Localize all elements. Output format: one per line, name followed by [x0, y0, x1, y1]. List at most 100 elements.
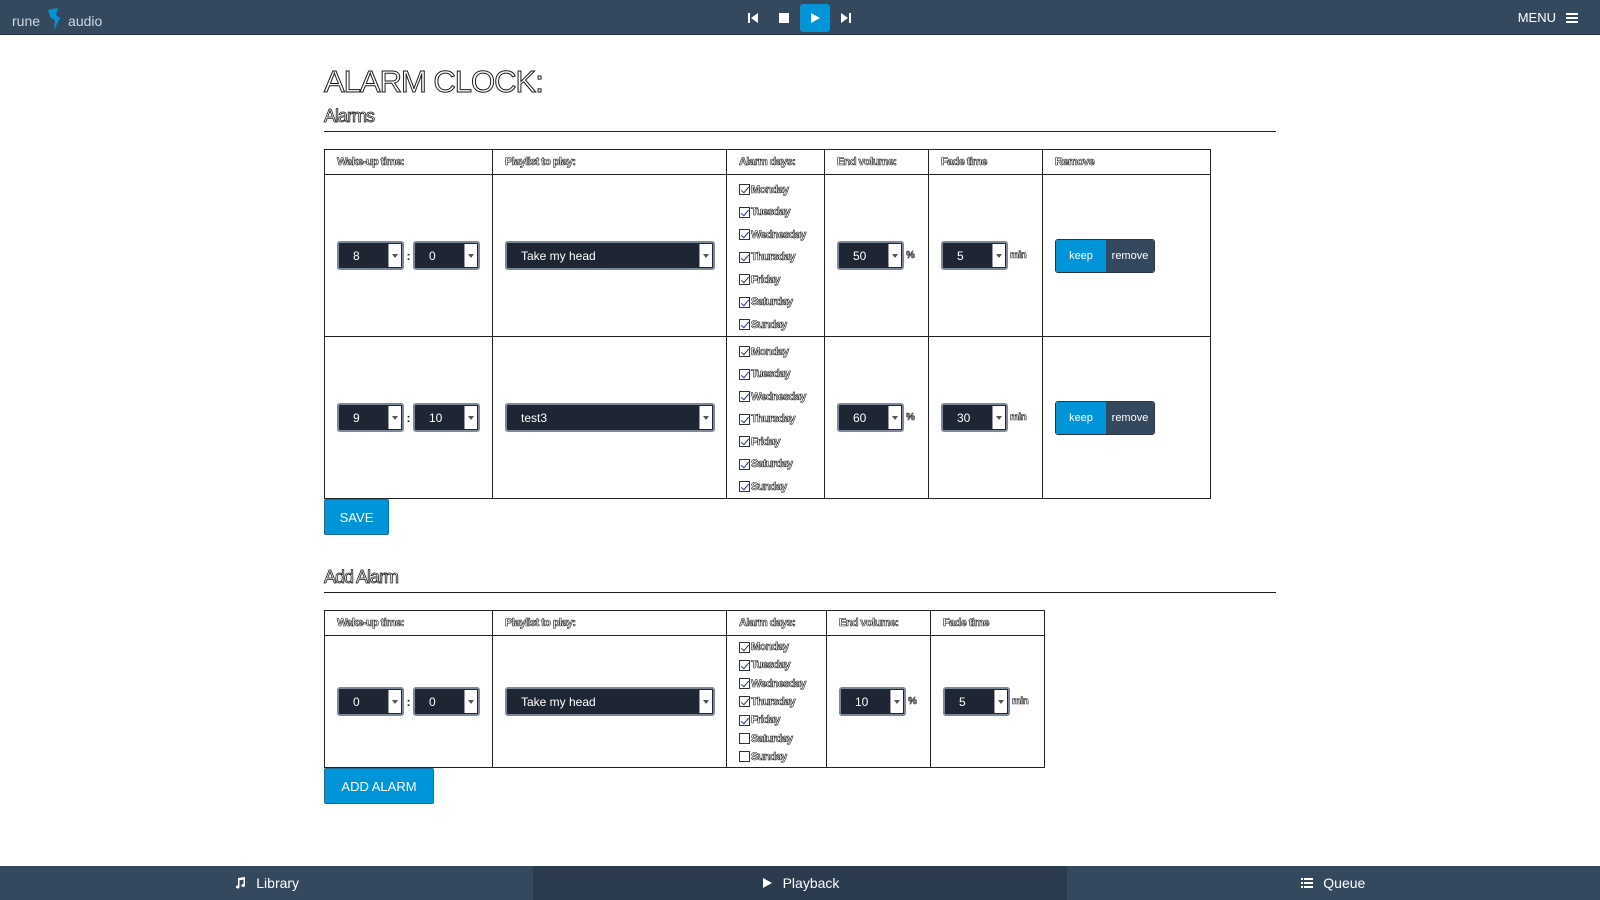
volume-cell: 50%: [824, 174, 929, 337]
day-sunday-checkbox[interactable]: Sunday: [739, 313, 824, 336]
keep-remove-toggle[interactable]: keep remove: [1055, 400, 1155, 435]
chevron-down-icon: [699, 406, 712, 429]
chevron-down-icon: [699, 244, 712, 267]
header-fade: Fade time: [930, 610, 1045, 636]
bottom-nav: Library Playback Queue: [0, 866, 1600, 900]
chevron-down-icon: [888, 406, 901, 429]
list-icon: [1301, 877, 1314, 889]
top-bar: rune audio MENU: [0, 0, 1600, 35]
day-tuesday-checkbox[interactable]: Tuesday: [739, 201, 824, 224]
wakeup-cell: 0:0: [324, 635, 493, 768]
new-volume-select[interactable]: 10: [839, 687, 906, 716]
wakeup-cell: 8:0: [324, 174, 493, 337]
previous-button[interactable]: [738, 4, 768, 32]
tab-playback[interactable]: Playback: [533, 866, 1067, 900]
page-title: ALARM CLOCK:: [324, 64, 545, 100]
day-thursday-checkbox[interactable]: Thursday: [739, 408, 824, 431]
alarms-table: Wake-up time: Playlist to play: Alarm da…: [324, 149, 1211, 499]
header-playlist: Playlist to play:: [492, 149, 727, 175]
day-wednesday-checkbox[interactable]: Wednesday: [739, 223, 824, 246]
keep-option[interactable]: keep: [1056, 239, 1106, 272]
rune-logo-icon: [46, 7, 62, 31]
tab-library[interactable]: Library: [0, 866, 533, 900]
volume-select[interactable]: 60: [837, 403, 904, 432]
new-day-saturday-checkbox[interactable]: Saturday: [739, 729, 826, 747]
chevron-down-icon: [888, 244, 901, 267]
play-icon: [811, 13, 820, 23]
keep-option[interactable]: keep: [1056, 401, 1106, 434]
header-days: Alarm days:: [726, 610, 827, 636]
day-wednesday-checkbox[interactable]: Wednesday: [739, 385, 824, 408]
logo-text-right: audio: [68, 13, 103, 29]
day-friday-checkbox[interactable]: Friday: [739, 268, 824, 291]
header-volume: End volume:: [826, 610, 931, 636]
day-tuesday-checkbox[interactable]: Tuesday: [739, 363, 824, 386]
minute-select[interactable]: 10: [413, 403, 480, 432]
stop-icon: [779, 13, 789, 23]
day-sunday-checkbox[interactable]: Sunday: [739, 475, 824, 498]
minute-select[interactable]: 0: [413, 241, 480, 270]
tab-playback-label: Playback: [782, 875, 840, 891]
new-day-monday-checkbox[interactable]: Monday: [739, 638, 826, 656]
keep-remove-toggle[interactable]: keep remove: [1055, 238, 1155, 273]
new-day-tuesday-checkbox[interactable]: Tuesday: [739, 656, 826, 674]
table-row: 0:0 Take my head Monday Tuesday Wednesda…: [324, 635, 1045, 768]
volume-select[interactable]: 50: [837, 241, 904, 270]
transport-controls: [738, 4, 862, 32]
play-icon: [761, 877, 773, 889]
chevron-down-icon: [388, 690, 401, 713]
next-button[interactable]: [831, 4, 861, 32]
header-volume: End volume:: [824, 149, 929, 175]
hamburger-icon: [1566, 12, 1578, 23]
hour-select[interactable]: 9: [337, 403, 404, 432]
playlist-cell: test3: [492, 336, 727, 499]
add-alarm-table: Wake-up time: Playlist to play: Alarm da…: [324, 610, 1045, 768]
days-cell: Monday Tuesday Wednesday Thursday Friday…: [726, 174, 825, 337]
tab-queue[interactable]: Queue: [1067, 866, 1600, 900]
fade-select[interactable]: 5: [941, 241, 1008, 270]
playlist-cell: Take my head: [492, 174, 727, 337]
remove-cell: keep remove: [1042, 174, 1211, 337]
day-monday-checkbox[interactable]: Monday: [739, 340, 824, 363]
new-minute-select[interactable]: 0: [413, 687, 480, 716]
chevron-down-icon: [464, 690, 477, 713]
alarms-section-title: Alarms: [324, 106, 1276, 132]
logo-text-left: rune: [12, 13, 41, 29]
menu-button[interactable]: MENU: [1518, 10, 1578, 25]
save-button[interactable]: SAVE: [324, 499, 389, 535]
stop-button[interactable]: [769, 4, 799, 32]
music-note-icon: [234, 877, 246, 889]
tab-queue-label: Queue: [1323, 875, 1366, 891]
new-hour-select[interactable]: 0: [337, 687, 404, 716]
main-content: ALARM CLOCK: Alarms Wake-up time: Playli…: [324, 64, 1276, 804]
day-saturday-checkbox[interactable]: Saturday: [739, 291, 824, 314]
play-button[interactable]: [800, 4, 830, 32]
header-remove: Remove: [1042, 149, 1211, 175]
playlist-select[interactable]: Take my head: [505, 241, 715, 270]
header-playlist: Playlist to play:: [492, 610, 727, 636]
add-alarm-section-title: Add Alarm: [324, 567, 1276, 593]
new-day-wednesday-checkbox[interactable]: Wednesday: [739, 675, 826, 693]
new-day-sunday-checkbox[interactable]: Sunday: [739, 748, 826, 766]
day-saturday-checkbox[interactable]: Saturday: [739, 453, 824, 476]
add-alarm-button[interactable]: ADD ALARM: [324, 768, 434, 804]
header-fade: Fade time: [928, 149, 1043, 175]
day-monday-checkbox[interactable]: Monday: [739, 178, 824, 201]
day-friday-checkbox[interactable]: Friday: [739, 430, 824, 453]
new-fade-select[interactable]: 5: [943, 687, 1010, 716]
fade-cell: 5 min: [930, 635, 1045, 768]
day-thursday-checkbox[interactable]: Thursday: [739, 246, 824, 269]
fade-select[interactable]: 30: [941, 403, 1008, 432]
hour-select[interactable]: 8: [337, 241, 404, 270]
new-day-friday-checkbox[interactable]: Friday: [739, 711, 826, 729]
new-day-thursday-checkbox[interactable]: Thursday: [739, 693, 826, 711]
remove-option[interactable]: remove: [1106, 401, 1154, 434]
new-playlist-select[interactable]: Take my head: [505, 687, 715, 716]
fade-cell: 5 min: [928, 174, 1043, 337]
remove-option[interactable]: remove: [1106, 239, 1154, 272]
add-table-header: Wake-up time: Playlist to play: Alarm da…: [324, 610, 1045, 636]
chevron-down-icon: [464, 244, 477, 267]
rune-audio-logo[interactable]: rune audio: [12, 7, 103, 33]
playlist-select[interactable]: test3: [505, 403, 715, 432]
fade-cell: 30 min: [928, 336, 1043, 499]
